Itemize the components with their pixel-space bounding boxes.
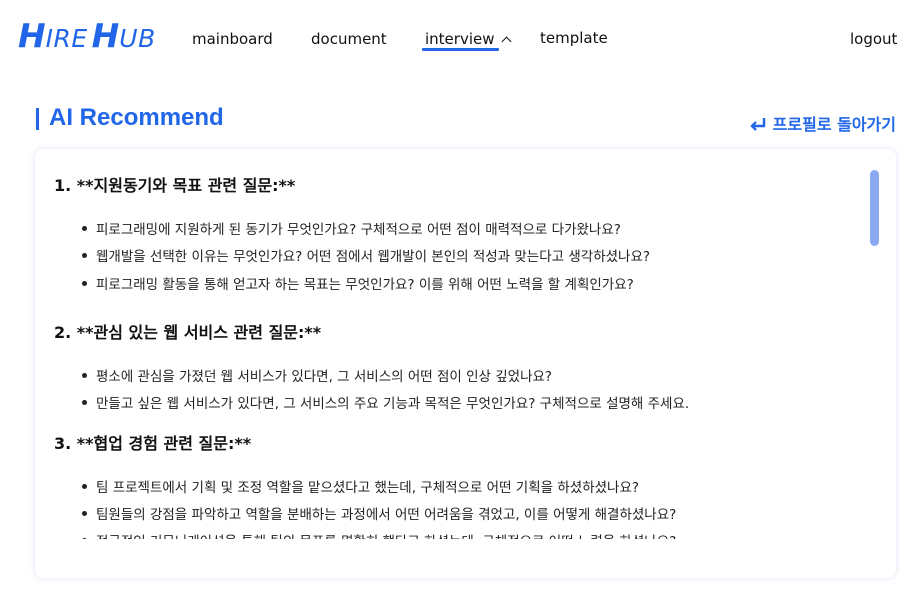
recommend-content[interactable]: 1. **지원동기와 목표 관련 질문:** 피로그래밍에 지원하게 된 동기가…	[35, 149, 870, 539]
back-to-profile-link[interactable]: 프로필로 돌아가기	[749, 111, 896, 135]
question-item: 만들고 싶은 웹 서비스가 있다면, 그 서비스의 주요 기능과 목적은 무엇인…	[82, 392, 689, 412]
logo-letter-h: H	[18, 16, 46, 55]
question-item: 적극적인 커뮤니케이션을 통해 팀의 목표를 명확히 했다고 하셨는데, 구체적…	[82, 530, 676, 539]
page-title-text: AI Recommend	[49, 104, 224, 131]
section-heading: 1. **지원동기와 목표 관련 질문:**	[54, 176, 296, 195]
nav-mainboard[interactable]: mainboard	[192, 28, 273, 50]
question-item: 웹개발을 선택한 이유는 무엇인가요? 어떤 점에서 웹개발이 본인의 적성과 …	[82, 245, 650, 265]
return-arrow-icon	[749, 118, 765, 131]
nav-document[interactable]: document	[311, 28, 387, 50]
scrollbar-thumb[interactable]	[870, 170, 879, 246]
chevron-up-icon	[501, 36, 511, 46]
nav-template[interactable]: template	[540, 27, 608, 49]
section-heading: 2. **관심 있는 웹 서비스 관련 질문:**	[54, 323, 322, 342]
question-item: 팀원들의 강점을 파악하고 역할을 분배하는 과정에서 어떤 어려움을 겪었고,…	[82, 503, 676, 523]
logo-letter-h-2: H	[91, 16, 120, 55]
nav-interview-label: interview	[425, 30, 495, 48]
logo-text-ire: IRE	[45, 24, 88, 53]
question-item: 피로그래밍 활동을 통해 얻고자 하는 목표는 무엇인가요? 이를 위해 어떤 …	[82, 273, 634, 293]
section-heading: 3. **협업 경험 관련 질문:**	[54, 434, 252, 453]
title-accent-bar	[36, 108, 39, 130]
hirehub-logo[interactable]: H IRE H UB	[18, 18, 156, 52]
logout-button[interactable]: logout	[850, 28, 897, 50]
page-title: AI Recommend	[36, 104, 224, 132]
question-item: 피로그래밍에 지원하게 된 동기가 무엇인가요? 구체적으로 어떤 점이 매력적…	[82, 218, 621, 238]
recommend-card: 1. **지원동기와 목표 관련 질문:** 피로그래밍에 지원하게 된 동기가…	[35, 149, 896, 578]
top-navbar: H IRE H UB mainboard document interview …	[0, 0, 922, 78]
nav-interview[interactable]: interview	[425, 28, 511, 50]
nav-active-underline	[422, 48, 499, 51]
question-item: 팀 프로젝트에서 기획 및 조정 역할을 맡으셨다고 했는데, 구체적으로 어떤…	[82, 476, 639, 496]
logo-text-ub: UB	[119, 24, 156, 53]
back-to-profile-label: 프로필로 돌아가기	[772, 115, 896, 134]
question-item: 평소에 관심을 가졌던 웹 서비스가 있다면, 그 서비스의 어떤 점이 인상 …	[82, 365, 552, 385]
